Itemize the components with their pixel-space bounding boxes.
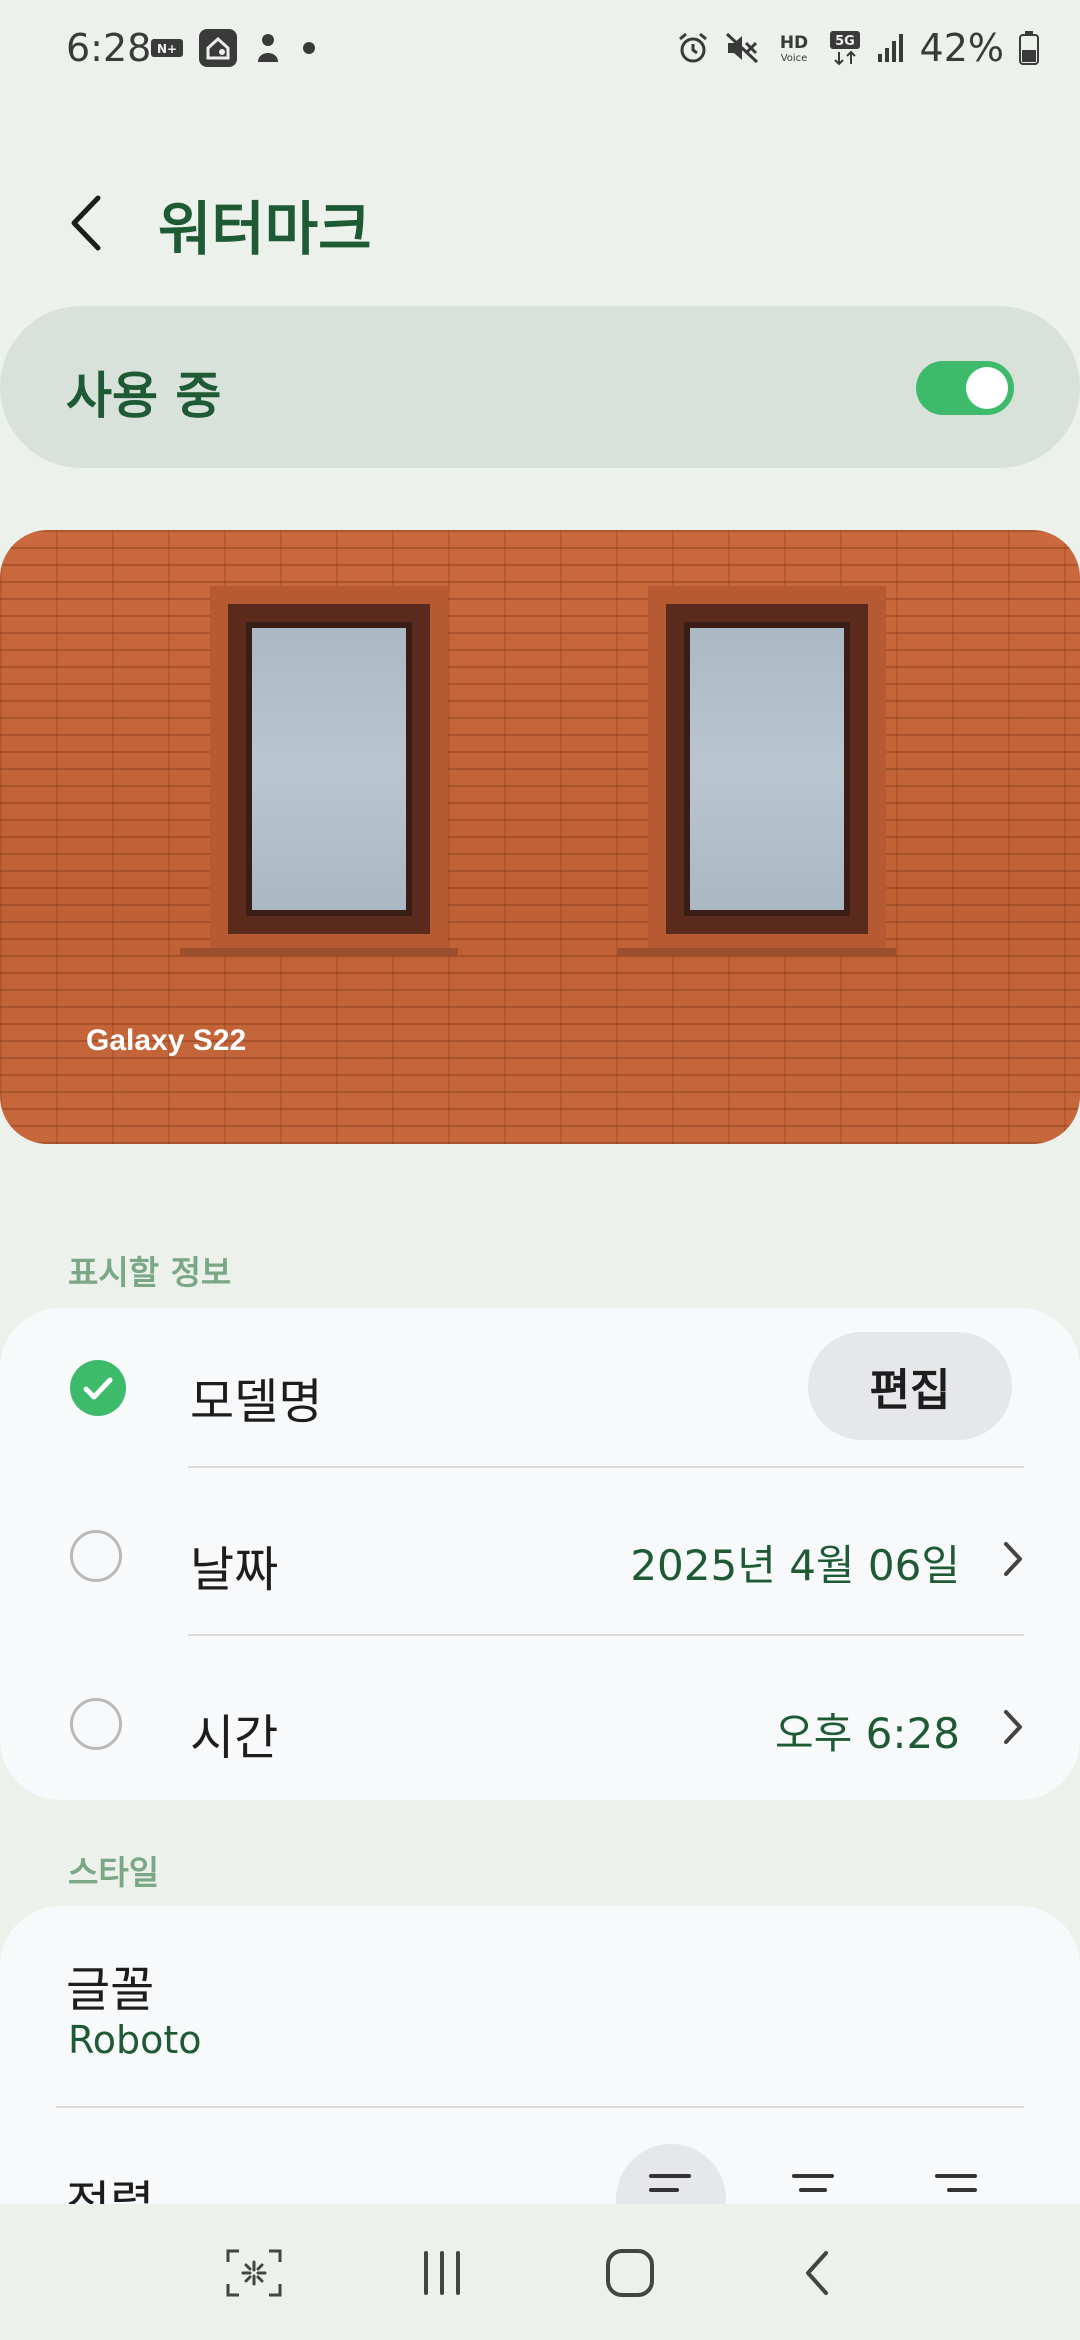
window-glass-right [684, 622, 850, 916]
page-title: 워터마크 [158, 195, 372, 263]
nplus-icon: N+ [150, 36, 184, 60]
chevron-right-icon [1004, 1710, 1022, 1744]
font-value: Roboto [68, 2018, 202, 2062]
dot-icon [298, 37, 320, 59]
5g-icon: 5G [828, 30, 862, 66]
home-icon [606, 2249, 654, 2297]
status-bar: 6:28 N+ HD Voice 5G 42% [0, 0, 1080, 100]
hd-voice-icon: HD Voice [774, 31, 814, 65]
info-row-value: 오후 6:28 [775, 1709, 960, 1758]
checked-icon[interactable] [70, 1360, 126, 1416]
row-divider [188, 1634, 1024, 1636]
info-row-value: 2025년 4월 06일 [630, 1541, 960, 1590]
window-sill-right [618, 948, 896, 956]
battery-percent: 42% [919, 26, 1004, 70]
switch-knob [966, 367, 1008, 409]
info-row-date[interactable]: 날짜 2025년 4월 06일 [0, 1478, 1080, 1638]
info-row-time[interactable]: 시간 오후 6:28 [0, 1646, 1080, 1806]
unchecked-radio[interactable] [70, 1530, 122, 1582]
status-right-icons: HD Voice 5G 42% [676, 26, 1040, 70]
window-sill-left [180, 948, 458, 956]
battery-icon [1018, 30, 1040, 66]
signal-icon [876, 32, 906, 64]
chevron-right-icon [1004, 1542, 1022, 1576]
edit-button[interactable]: 편집 [808, 1332, 1012, 1440]
status-time: 6:28 [66, 26, 152, 70]
screenshot-capture-icon [226, 2249, 282, 2297]
recent-apps-button[interactable] [402, 2238, 482, 2308]
info-row-label: 날짜 [190, 1542, 279, 1598]
info-row-label: 시간 [190, 1710, 279, 1766]
status-left-icons: N+ [150, 28, 320, 68]
screenshot-capture-button[interactable] [214, 2238, 294, 2308]
navigation-bar [0, 2204, 1080, 2340]
master-toggle-card[interactable]: 사용 중 [0, 306, 1080, 468]
recent-apps-icon [424, 2251, 460, 2295]
watermark-preview-image: Galaxy S22 [0, 530, 1080, 1144]
home-button[interactable] [590, 2238, 670, 2308]
svg-text:5G: 5G [835, 34, 855, 49]
info-section-header: 표시할 정보 [68, 1253, 232, 1292]
brick-window-right [666, 604, 868, 934]
info-row-label: 모델명 [190, 1374, 323, 1430]
watermark-text: Galaxy S22 [86, 1024, 247, 1057]
svg-text:HD: HD [779, 33, 807, 53]
nav-back-button[interactable] [778, 2238, 858, 2308]
bixby-icon [252, 30, 284, 66]
back-button[interactable] [60, 188, 120, 258]
master-toggle-label: 사용 중 [66, 367, 222, 425]
mute-icon [724, 31, 760, 65]
back-arrow-icon [71, 195, 101, 251]
style-section-header: 스타일 [68, 1853, 160, 1892]
svg-text:N+: N+ [157, 42, 177, 56]
row-divider [188, 1466, 1024, 1468]
back-icon [806, 2251, 828, 2295]
master-switch[interactable] [916, 361, 1014, 415]
font-label: 글꼴 [66, 1962, 155, 2018]
brick-window-left [228, 604, 430, 934]
home-app-icon [198, 28, 238, 68]
app-bar: 워터마크 [0, 170, 1080, 270]
unchecked-radio[interactable] [70, 1698, 122, 1750]
info-card: 모델명 편집 날짜 2025년 4월 06일 시간 오후 6:28 [0, 1308, 1080, 1800]
window-glass-left [246, 622, 412, 916]
alarm-icon [676, 31, 710, 65]
svg-text:Voice: Voice [780, 53, 807, 64]
font-row[interactable]: 글꼴 Roboto [0, 1906, 1080, 2106]
info-row-model[interactable]: 모델명 편집 [0, 1308, 1080, 1468]
